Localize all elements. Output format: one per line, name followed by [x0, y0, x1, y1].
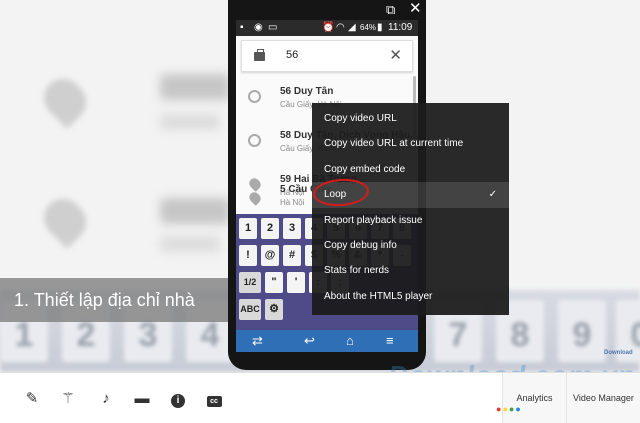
key-abc[interactable]: ABC [239, 299, 261, 320]
check-icon: ✓ [488, 189, 497, 201]
image-icon: ▭ [268, 22, 278, 33]
notification-icon: ▪ [240, 22, 244, 33]
comment-icon[interactable]: ▬ [132, 389, 152, 409]
search-input[interactable]: 56 [286, 49, 298, 61]
clock-icon [248, 90, 261, 103]
blurred-key-label: 9 [572, 316, 592, 354]
back-icon[interactable]: ↩ [304, 333, 315, 349]
key[interactable]: @ [261, 245, 279, 266]
key[interactable]: ! [239, 245, 257, 266]
closed-captions-icon[interactable]: cc [204, 389, 224, 409]
recent-apps-icon[interactable]: ≡ [386, 333, 394, 349]
blurred-pin-icon [36, 71, 94, 129]
blurred-text [160, 198, 230, 224]
player-context-menu: Copy video URL Copy video URL at current… [312, 103, 509, 315]
key[interactable]: ' [287, 272, 305, 293]
clock-time: 11:09 [388, 22, 413, 33]
tab-analytics[interactable]: Analytics [502, 373, 566, 423]
briefcase-icon [254, 49, 265, 61]
tab-video-manager[interactable]: Video Manager [566, 373, 640, 423]
key-symbols-page[interactable]: 1/2 [239, 272, 261, 293]
teamviewer-icon[interactable]: ⇄ [252, 333, 263, 349]
editor-toolbar: ✎ ⚚ ♪ ▬ i cc Analytics Video Manager [0, 372, 640, 423]
music-note-icon[interactable]: ♪ [96, 389, 116, 409]
video-caption: 1. Thiết lập địa chỉ nhà [0, 278, 228, 322]
eye-icon: ◉ [254, 22, 263, 33]
battery-icon: ▮ [377, 22, 383, 33]
clock-icon [248, 134, 261, 147]
blurred-key-label: 8 [510, 316, 530, 354]
key[interactable]: " [265, 272, 283, 293]
address-search-box[interactable]: 56 ✕ [241, 40, 413, 72]
watermark-color-dots: ●●●● [496, 404, 522, 414]
info-icon[interactable]: i [168, 389, 188, 409]
key[interactable]: 3 [283, 218, 301, 239]
blurred-key-label: 7 [448, 316, 468, 354]
blurred-text [160, 114, 220, 130]
blurred-text [160, 236, 220, 252]
key[interactable]: # [283, 245, 301, 266]
phone-navigation-bar: ⇄ ↩ ⌂ ≡ [236, 330, 418, 352]
magic-wand-icon[interactable]: ⚚ [58, 389, 78, 409]
phone-top-bar: ⧉ ✕ [228, 0, 426, 20]
key[interactable]: 1 [239, 218, 257, 239]
alarm-icon: ⏰ [322, 22, 335, 33]
signal-icon: ◢ [348, 22, 356, 33]
wifi-icon: ◠ [336, 22, 345, 33]
battery-level: 64% [360, 23, 377, 32]
clear-search-icon[interactable]: ✕ [389, 46, 402, 64]
pin-icon [247, 190, 263, 206]
menu-item-report-playback-issue[interactable]: Report playback issue [312, 208, 509, 233]
menu-item-about-html5-player[interactable]: About the HTML5 player [312, 284, 509, 309]
popout-icon[interactable]: ⧉ [386, 2, 395, 18]
result-title: 56 Duy Tân [280, 86, 334, 97]
status-bar: ▪ ◉ ▭ ⏰ ◠ ◢ 64% ▮ 11:09 [236, 20, 418, 36]
close-icon[interactable]: ✕ [409, 1, 422, 17]
menu-item-stats-for-nerds[interactable]: Stats for nerds [312, 258, 509, 283]
settings-key-icon[interactable]: ⚙ [265, 299, 283, 320]
menu-item-copy-debug-info[interactable]: Copy debug info [312, 233, 509, 258]
blurred-text [160, 74, 230, 100]
menu-item-copy-url-at-time[interactable]: Copy video URL at current time [312, 131, 509, 156]
key[interactable]: 2 [261, 218, 279, 239]
home-icon[interactable]: ⌂ [346, 333, 354, 349]
pencil-icon[interactable]: ✎ [22, 389, 42, 409]
watermark-small: Download [604, 350, 633, 356]
blurred-pin-icon [36, 191, 94, 249]
menu-item-copy-video-url[interactable]: Copy video URL [312, 106, 509, 131]
result-subtitle: Hà Nội [280, 198, 305, 207]
